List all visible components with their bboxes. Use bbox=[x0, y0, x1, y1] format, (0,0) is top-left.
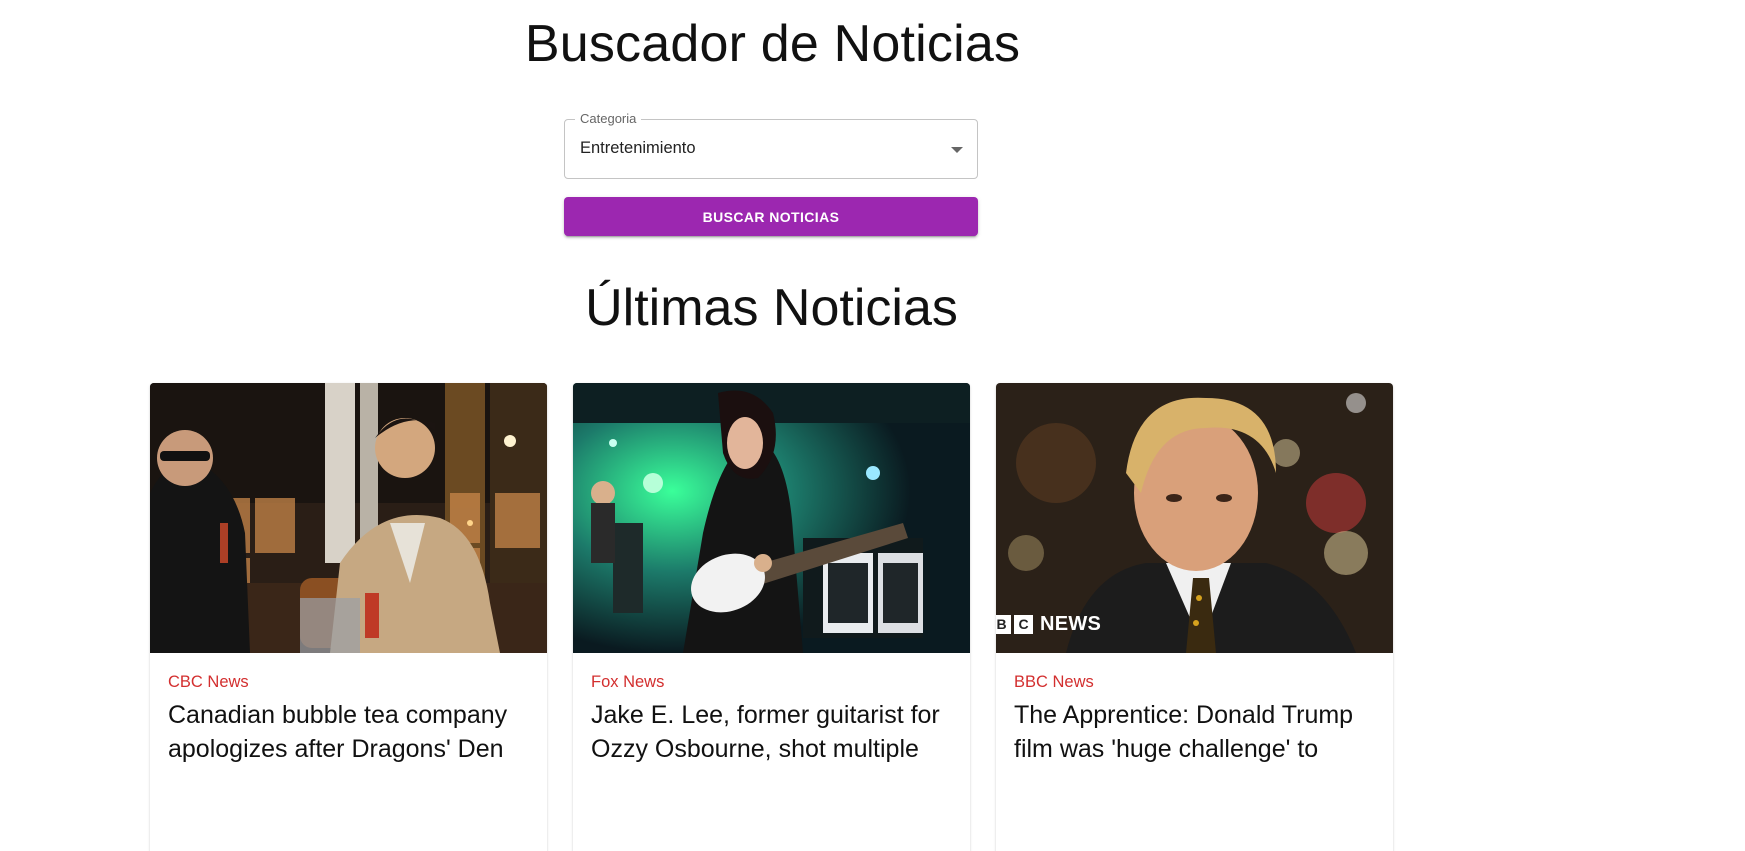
news-source: Fox News bbox=[591, 673, 665, 691]
dropdown-arrow-icon[interactable] bbox=[951, 147, 963, 153]
news-source: BBC News bbox=[1014, 673, 1094, 691]
news-source: CBC News bbox=[168, 673, 249, 691]
news-image[interactable] bbox=[150, 383, 547, 653]
latest-news-title: Últimas Noticias bbox=[585, 279, 958, 337]
news-image[interactable]: B C NEWS bbox=[996, 383, 1393, 653]
news-headline[interactable]: Canadian bubble tea company apologizes a… bbox=[168, 698, 533, 766]
news-headline[interactable]: Jake E. Lee, former guitarist for Ozzy O… bbox=[591, 698, 956, 766]
search-news-button[interactable]: Buscar Noticias bbox=[564, 197, 978, 236]
bbc-news-watermark: B C NEWS bbox=[996, 613, 1101, 636]
news-image[interactable] bbox=[573, 383, 970, 653]
bbc-logo-box: B bbox=[996, 615, 1011, 634]
news-card[interactable]: B C NEWS BBC News The Apprentice: Donald… bbox=[996, 383, 1393, 851]
bbc-news-word: NEWS bbox=[1040, 613, 1102, 635]
news-headline[interactable]: The Apprentice: Donald Trump film was 'h… bbox=[1014, 698, 1379, 766]
news-card[interactable]: CBC News Canadian bubble tea company apo… bbox=[150, 383, 547, 851]
category-value: Entretenimiento bbox=[580, 139, 696, 157]
category-select[interactable]: Categoria Entretenimiento bbox=[564, 111, 978, 179]
news-card[interactable]: Fox News Jake E. Lee, former guitarist f… bbox=[573, 383, 970, 851]
category-label: Categoria bbox=[575, 111, 642, 126]
bbc-logo-box: C bbox=[1014, 615, 1033, 634]
page-title: Buscador de Noticias bbox=[524, 15, 1021, 73]
